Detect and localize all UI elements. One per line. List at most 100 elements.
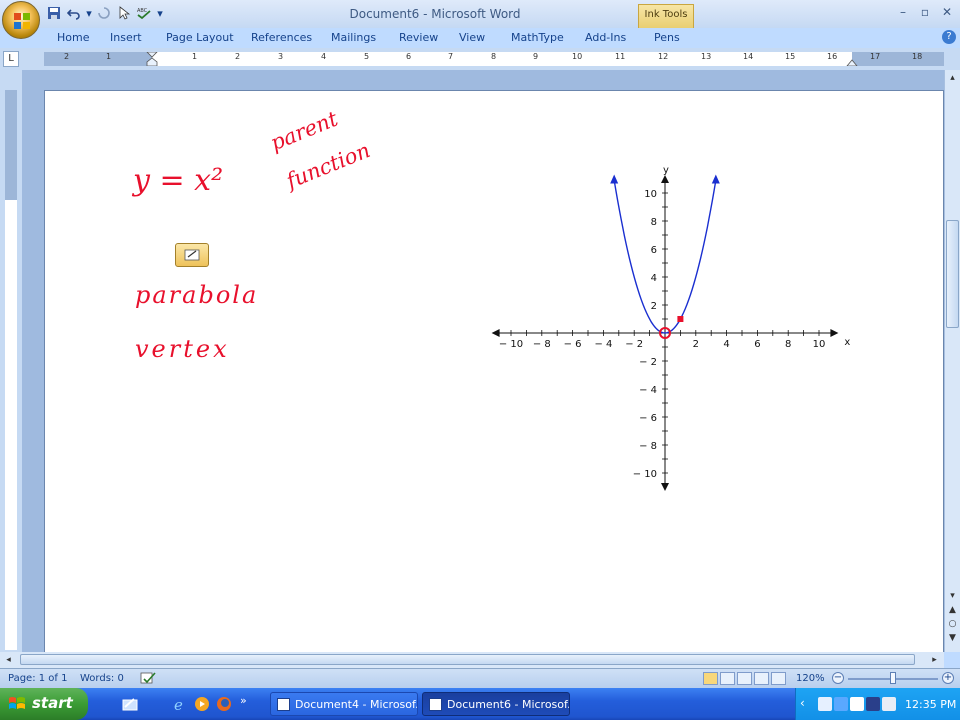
- ruler-number: 7: [448, 52, 454, 61]
- y-tick-label: 2: [651, 301, 657, 312]
- indent-marker-icon[interactable]: [146, 52, 158, 66]
- tab-review[interactable]: Review: [399, 31, 438, 44]
- media-player-icon[interactable]: [194, 696, 210, 712]
- next-page-icon[interactable]: ▼: [946, 632, 959, 645]
- page-indicator[interactable]: Page: 1 of 1: [8, 673, 67, 684]
- previous-page-icon[interactable]: ▲: [946, 604, 959, 617]
- redo-icon[interactable]: [96, 5, 112, 21]
- scroll-right-icon[interactable]: ▸: [928, 654, 941, 667]
- save-icon[interactable]: [46, 5, 62, 21]
- ruler-left-margin: [44, 52, 152, 66]
- y-tick-label: − 10: [633, 469, 657, 480]
- x-tick-label: − 8: [533, 339, 551, 350]
- ruler-number: 13: [701, 52, 712, 61]
- outline-view-icon[interactable]: [754, 672, 769, 685]
- quick-access-toolbar: ▾ ABC ▾: [46, 4, 164, 22]
- firefox-icon[interactable]: [216, 696, 232, 712]
- select-pointer-icon[interactable]: [116, 5, 132, 21]
- horizontal-ruler[interactable]: 2 1 1 2 3 4 5 6 7 8 9 10 11 12 13 14 15 …: [44, 52, 944, 66]
- ruler-number: 5: [364, 52, 370, 61]
- web-layout-view-icon[interactable]: [737, 672, 752, 685]
- document-area: y = x² parent function parabola vertex −…: [22, 70, 944, 660]
- y-axis-arrow-icon: [661, 175, 669, 183]
- tab-view[interactable]: View: [459, 31, 485, 44]
- scroll-up-icon[interactable]: ▴: [946, 72, 959, 85]
- x-tick-label: 6: [754, 339, 760, 350]
- ink-equation: y = x²: [133, 163, 224, 198]
- network-icon[interactable]: [818, 697, 832, 711]
- office-logo-icon: [14, 13, 30, 29]
- pen-input-icon[interactable]: [882, 697, 896, 711]
- ruler-top-margin: [5, 90, 17, 200]
- vertical-scrollbar[interactable]: ▴ ▾ ▲ ○ ▼: [944, 70, 960, 652]
- tab-mathtype[interactable]: MathType: [511, 31, 564, 44]
- ribbon-tabs: Home Insert Page Layout References Maili…: [0, 28, 960, 48]
- tab-pens[interactable]: Pens: [654, 31, 680, 44]
- undo-icon[interactable]: [66, 5, 82, 21]
- clock: 12:35 PM: [905, 698, 957, 711]
- horizontal-scrollbar[interactable]: ◂ ▸: [0, 652, 944, 668]
- dropdown-arrow-icon[interactable]: ▾: [86, 5, 92, 21]
- ruler-toggle-icon[interactable]: [946, 54, 959, 68]
- word-count[interactable]: Words: 0: [80, 673, 124, 684]
- internet-explorer-icon[interactable]: e: [172, 696, 188, 712]
- minimize-icon[interactable]: –: [892, 4, 914, 20]
- tab-insert[interactable]: Insert: [110, 31, 142, 44]
- vertical-scroll-thumb[interactable]: [946, 220, 959, 328]
- tab-selector-button[interactable]: L: [3, 51, 19, 67]
- document-page[interactable]: y = x² parent function parabola vertex −…: [44, 90, 944, 660]
- word-window: ▾ ABC ▾ Document6 - Microsoft Word Ink T…: [0, 0, 960, 720]
- ruler-number: 17: [870, 52, 881, 61]
- restore-icon[interactable]: ▫: [914, 4, 936, 20]
- office-button[interactable]: [2, 1, 40, 39]
- full-screen-reading-view-icon[interactable]: [720, 672, 735, 685]
- tab-add-ins[interactable]: Add-Ins: [585, 31, 626, 44]
- ruler-bar: L 2 1 1 2 3 4 5 6 7 8 9 10 11 12 13 14 1…: [0, 48, 960, 70]
- zoom-out-icon[interactable]: −: [832, 672, 844, 684]
- horizontal-scroll-thumb[interactable]: [20, 654, 915, 665]
- close-icon[interactable]: ✕: [936, 4, 958, 20]
- help-icon[interactable]: ?: [942, 30, 956, 44]
- tab-page-layout[interactable]: Page Layout: [166, 31, 234, 44]
- tab-mailings[interactable]: Mailings: [331, 31, 376, 44]
- zoom-in-icon[interactable]: +: [942, 672, 954, 684]
- ruler-number: 6: [406, 52, 412, 61]
- scroll-down-icon[interactable]: ▾: [946, 590, 959, 603]
- y-tick-label: 10: [644, 189, 657, 200]
- ruler-number: 8: [491, 52, 497, 61]
- bluetooth-icon[interactable]: [834, 697, 848, 711]
- proofing-status-icon[interactable]: [140, 671, 156, 685]
- windows-flag-icon: [9, 697, 25, 709]
- start-button[interactable]: start: [0, 688, 88, 720]
- zoom-slider-thumb[interactable]: [890, 672, 896, 684]
- ruler-right-margin: [852, 52, 944, 66]
- tab-references[interactable]: References: [251, 31, 312, 44]
- scroll-left-icon[interactable]: ◂: [2, 654, 15, 667]
- embedded-object-icon[interactable]: [175, 243, 209, 267]
- tab-home[interactable]: Home: [57, 31, 89, 44]
- point-marker: [677, 316, 684, 322]
- windows-taskbar: start e » Document4 - Microsof... Docume…: [0, 688, 960, 720]
- taskbar-item-document6[interactable]: Document6 - Microsof...: [422, 692, 570, 716]
- customize-toolbar-icon[interactable]: ▾: [156, 5, 164, 21]
- right-indent-marker-icon[interactable]: [846, 58, 858, 66]
- quick-launch-overflow-icon[interactable]: »: [240, 694, 247, 707]
- taskbar-item-document4[interactable]: Document4 - Microsof...: [270, 692, 418, 716]
- spelling-check-icon[interactable]: ABC: [136, 5, 152, 21]
- tray-expand-icon[interactable]: ‹: [800, 696, 805, 710]
- print-layout-view-icon[interactable]: [703, 672, 718, 685]
- word-document-icon: [277, 698, 290, 711]
- ruler-number: 3: [278, 52, 284, 61]
- zoom-level[interactable]: 120%: [796, 673, 825, 684]
- show-desktop-icon[interactable]: [122, 697, 138, 711]
- select-browse-object-icon[interactable]: ○: [946, 618, 959, 631]
- ruler-number: 1: [106, 52, 112, 61]
- x-tick-label: 10: [813, 339, 826, 350]
- ink-word-parabola: parabola: [135, 281, 259, 309]
- vertical-ruler[interactable]: [5, 90, 17, 650]
- x-tick-label: 2: [693, 339, 699, 350]
- curve-arrow-icon: [610, 174, 619, 184]
- security-icon[interactable]: [866, 697, 880, 711]
- draft-view-icon[interactable]: [771, 672, 786, 685]
- volume-icon[interactable]: [850, 697, 864, 711]
